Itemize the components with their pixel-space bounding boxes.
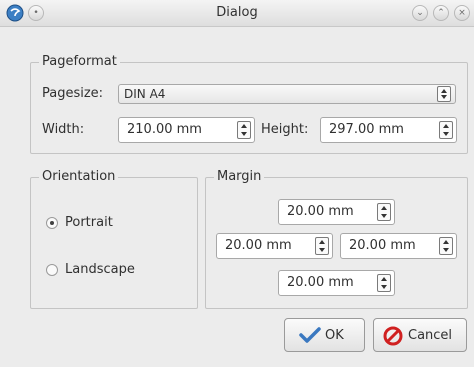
margin-title: Margin	[214, 169, 265, 185]
combo-arrows-icon	[437, 86, 451, 102]
margin-right-spinbox[interactable]: 20.00 mm	[340, 233, 457, 259]
margin-right-value: 20.00 mm	[349, 238, 416, 253]
ok-label: OK	[325, 328, 344, 343]
margin-left-spinbox[interactable]: 20.00 mm	[216, 233, 333, 259]
checkmark-icon	[299, 327, 321, 343]
height-stepper-icon[interactable]	[439, 121, 453, 139]
height-value: 297.00 mm	[329, 122, 404, 137]
width-spinbox[interactable]: 210.00 mm	[118, 117, 255, 143]
cancel-button[interactable]: Cancel	[373, 318, 467, 352]
cancel-icon	[383, 326, 403, 346]
ok-button[interactable]: OK	[284, 318, 365, 352]
width-stepper-icon[interactable]	[237, 121, 251, 139]
orientation-group: Orientation	[30, 169, 198, 309]
margin-bottom-value: 20.00 mm	[287, 275, 354, 290]
margin-top-value: 20.00 mm	[287, 204, 354, 219]
margin-bottom-stepper-icon[interactable]	[377, 274, 391, 292]
height-spinbox[interactable]: 297.00 mm	[320, 117, 457, 143]
close-icon[interactable]: ×	[454, 5, 470, 21]
margin-top-stepper-icon[interactable]	[377, 203, 391, 221]
width-value: 210.00 mm	[127, 122, 202, 137]
width-label: Width:	[42, 122, 85, 137]
orientation-title: Orientation	[39, 169, 119, 185]
portrait-radio[interactable]	[46, 217, 58, 229]
pagesize-value: DIN A4	[124, 87, 166, 101]
radio-selected-dot	[50, 221, 54, 225]
window-title: Dialog	[216, 5, 258, 20]
minimize-icon[interactable]: ⌄	[412, 5, 428, 21]
height-label: Height:	[261, 122, 309, 137]
margin-bottom-spinbox[interactable]: 20.00 mm	[278, 270, 395, 296]
margin-right-stepper-icon[interactable]	[439, 237, 453, 255]
title-bar[interactable]: • Dialog ⌄ ⌃ ×	[0, 0, 474, 27]
margin-left-stepper-icon[interactable]	[315, 237, 329, 255]
portrait-label[interactable]: Portrait	[65, 215, 113, 231]
cancel-label: Cancel	[408, 328, 453, 343]
pageformat-title: Pageformat	[39, 54, 120, 70]
margin-top-spinbox[interactable]: 20.00 mm	[278, 199, 395, 225]
maximize-icon[interactable]: ⌃	[433, 5, 449, 21]
landscape-radio[interactable]	[46, 264, 58, 276]
landscape-label[interactable]: Landscape	[65, 262, 135, 278]
pagesize-label: Pagesize:	[42, 86, 104, 101]
pagesize-combo[interactable]: DIN A4	[118, 84, 456, 104]
margin-left-value: 20.00 mm	[225, 238, 292, 253]
